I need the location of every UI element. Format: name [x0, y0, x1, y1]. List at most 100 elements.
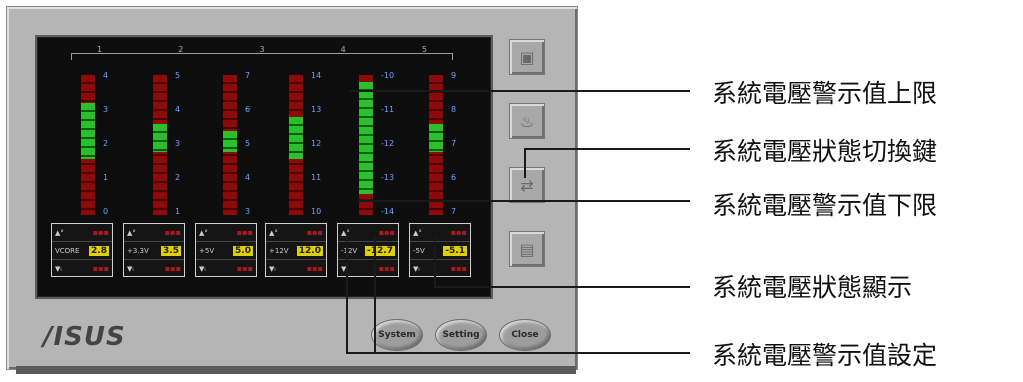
voltage-mode-toggle-button[interactable]: ⇄: [509, 167, 545, 203]
callout-line-upper: [350, 90, 690, 92]
scale-label: 1: [97, 45, 103, 54]
upper-limit-value: ▪▪▪: [164, 228, 181, 237]
current-voltage: -5.1: [443, 245, 467, 256]
meter-tick: 4: [175, 105, 181, 114]
monitor-switch-button[interactable]: ▣: [509, 39, 545, 75]
meter-tick: 1: [175, 207, 181, 216]
setting-button[interactable]: Setting: [435, 319, 487, 351]
box-row-current: +3.3V 3.5: [124, 242, 184, 260]
callout-line-lower: [358, 200, 690, 202]
callout-line-setting: [346, 352, 690, 354]
box-row-upper[interactable]: ▲° ▪▪▪: [124, 224, 184, 242]
channel-name: VCORE: [55, 246, 80, 255]
meter-tick: 2: [103, 139, 109, 148]
fan-button[interactable]: ▤: [509, 231, 545, 267]
meter-tick: 5: [175, 71, 181, 80]
lower-limit-value: ▪▪▪: [236, 264, 253, 273]
box-row-current: +5V 5.0: [196, 242, 256, 260]
system-button[interactable]: System: [371, 319, 423, 351]
voltage-value-box[interactable]: ▲° ▪▪▪ +12V 12.0 ▼ₗ ▪▪▪: [265, 223, 327, 277]
thermometer-icon: ♨: [519, 111, 535, 131]
lower-limit-icon: ▼ₗ: [199, 264, 206, 273]
meter-tick: 6: [451, 173, 457, 182]
brand-logo: /ISUS: [43, 322, 126, 352]
meter-tick: 6: [245, 105, 251, 114]
meter-tick: 13: [311, 105, 322, 114]
meter-tick: 4: [245, 173, 251, 182]
channel-name: +3.3V: [127, 246, 149, 255]
meter-level-bar: [81, 103, 95, 159]
meter-tick: -13: [381, 173, 395, 182]
upper-limit-icon: ▲°: [127, 228, 136, 237]
callout-label-status-display: 系統電壓狀態顯示: [712, 273, 913, 302]
callout-line-setting-vert-b: [374, 236, 376, 354]
lower-limit-icon: ▼ₗ: [55, 264, 62, 273]
lower-limit-icon: ▼ₗ: [413, 264, 420, 273]
voltage-value-box[interactable]: ▲° ▪▪▪ +3.3V 3.5 ▼ₗ ▪▪▪: [123, 223, 185, 277]
temperature-button[interactable]: ♨: [509, 103, 545, 139]
meter-level-bar: [429, 124, 443, 152]
voltage-meter: 7 6 5 4 3: [223, 71, 250, 216]
meter-tick: 12: [311, 139, 322, 148]
box-row-lower[interactable]: ▼ₗ ▪▪▪: [196, 260, 256, 277]
voltage-value-box[interactable]: ▲° ▪▪▪ -5V -5.1 ▼ₗ ▪▪▪: [409, 223, 471, 277]
lower-limit-value: ▪▪▪: [164, 264, 181, 273]
box-row-lower[interactable]: ▼ₗ ▪▪▪: [124, 260, 184, 277]
monitor-window: 1 2 3 4 5 4 3 2 1 0 5 4 3 2 1 7 6 5 4 3 …: [6, 6, 578, 370]
callout-line-status-vert: [434, 236, 436, 288]
meter-tick: -10: [381, 71, 395, 80]
meter-tick: 7: [451, 207, 457, 216]
monitor-icon: ▣: [519, 47, 535, 67]
meter-tick: 1: [103, 173, 109, 182]
scale-bracket: [71, 53, 453, 60]
close-button[interactable]: Close: [499, 319, 551, 351]
scale-labels: 1 2 3 4 5: [97, 45, 427, 54]
current-voltage: 12.0: [296, 245, 323, 256]
meter-tick: 3: [245, 207, 251, 216]
meter-level-bar: [153, 124, 167, 152]
meter-tick: 0: [103, 207, 109, 216]
scale-label: 3: [259, 45, 265, 54]
voltage-meter: 4 3 2 1 0: [81, 71, 108, 216]
meter-tick: -12: [381, 139, 395, 148]
lower-limit-value: ▪▪▪: [378, 264, 395, 273]
voltage-meter: 14 13 12 11 10: [289, 71, 321, 216]
voltage-value-box[interactable]: ▲° ▪▪▪ +5V 5.0 ▼ₗ ▪▪▪: [195, 223, 257, 277]
box-row-current: +12V 12.0: [266, 242, 326, 260]
lower-limit-value: ▪▪▪: [92, 264, 109, 273]
box-row-upper[interactable]: ▲° ▪▪▪: [196, 224, 256, 242]
voltage-meter: 9 8 7 6 7: [429, 71, 456, 216]
upper-limit-icon: ▲°: [199, 228, 208, 237]
box-row-upper[interactable]: ▲° ▪▪▪: [266, 224, 326, 242]
box-row-upper[interactable]: ▲° ▪▪▪: [52, 224, 112, 242]
callout-line-toggle: [524, 148, 690, 150]
meter-tick: 7: [245, 71, 251, 80]
upper-limit-icon: ▲°: [413, 228, 422, 237]
box-row-lower[interactable]: ▼ₗ ▪▪▪: [52, 260, 112, 277]
box-row-current: VCORE 2.8: [52, 242, 112, 260]
box-row-lower[interactable]: ▼ₗ ▪▪▪: [266, 260, 326, 277]
meter-tick: 11: [311, 173, 322, 182]
document-icon: ▤: [519, 239, 535, 259]
meter-level-bar: [289, 117, 303, 159]
current-voltage: 5.0: [233, 245, 253, 256]
channel-name: -5V: [413, 246, 425, 255]
meter-tick: -11: [381, 105, 395, 114]
callout-line-setting-vert-a: [346, 236, 348, 354]
lower-limit-icon: ▼ₗ: [127, 264, 134, 273]
current-voltage: 2.8: [89, 245, 109, 256]
box-row-lower[interactable]: ▼ₗ ▪▪▪: [410, 260, 470, 277]
voltage-display-screen: 1 2 3 4 5 4 3 2 1 0 5 4 3 2 1 7 6 5 4 3 …: [35, 35, 493, 299]
voltage-value-box[interactable]: ▲° ▪▪▪ VCORE 2.8 ▼ₗ ▪▪▪: [51, 223, 113, 277]
meter-level-bar: [359, 82, 373, 194]
callout-label-limit-setting: 系統電壓警示值設定: [712, 341, 938, 370]
upper-limit-icon: ▲°: [55, 228, 64, 237]
callout-line-toggle-vert: [524, 148, 526, 178]
scale-label: 2: [178, 45, 184, 54]
meter-level-bar: [223, 131, 237, 152]
lower-limit-icon: ▼ₗ: [269, 264, 276, 273]
box-row-upper[interactable]: ▲° ▪▪▪: [410, 224, 470, 242]
upper-limit-value: ▪▪▪: [236, 228, 253, 237]
meter-tick: 7: [451, 139, 457, 148]
frame-shadow: [16, 366, 576, 374]
